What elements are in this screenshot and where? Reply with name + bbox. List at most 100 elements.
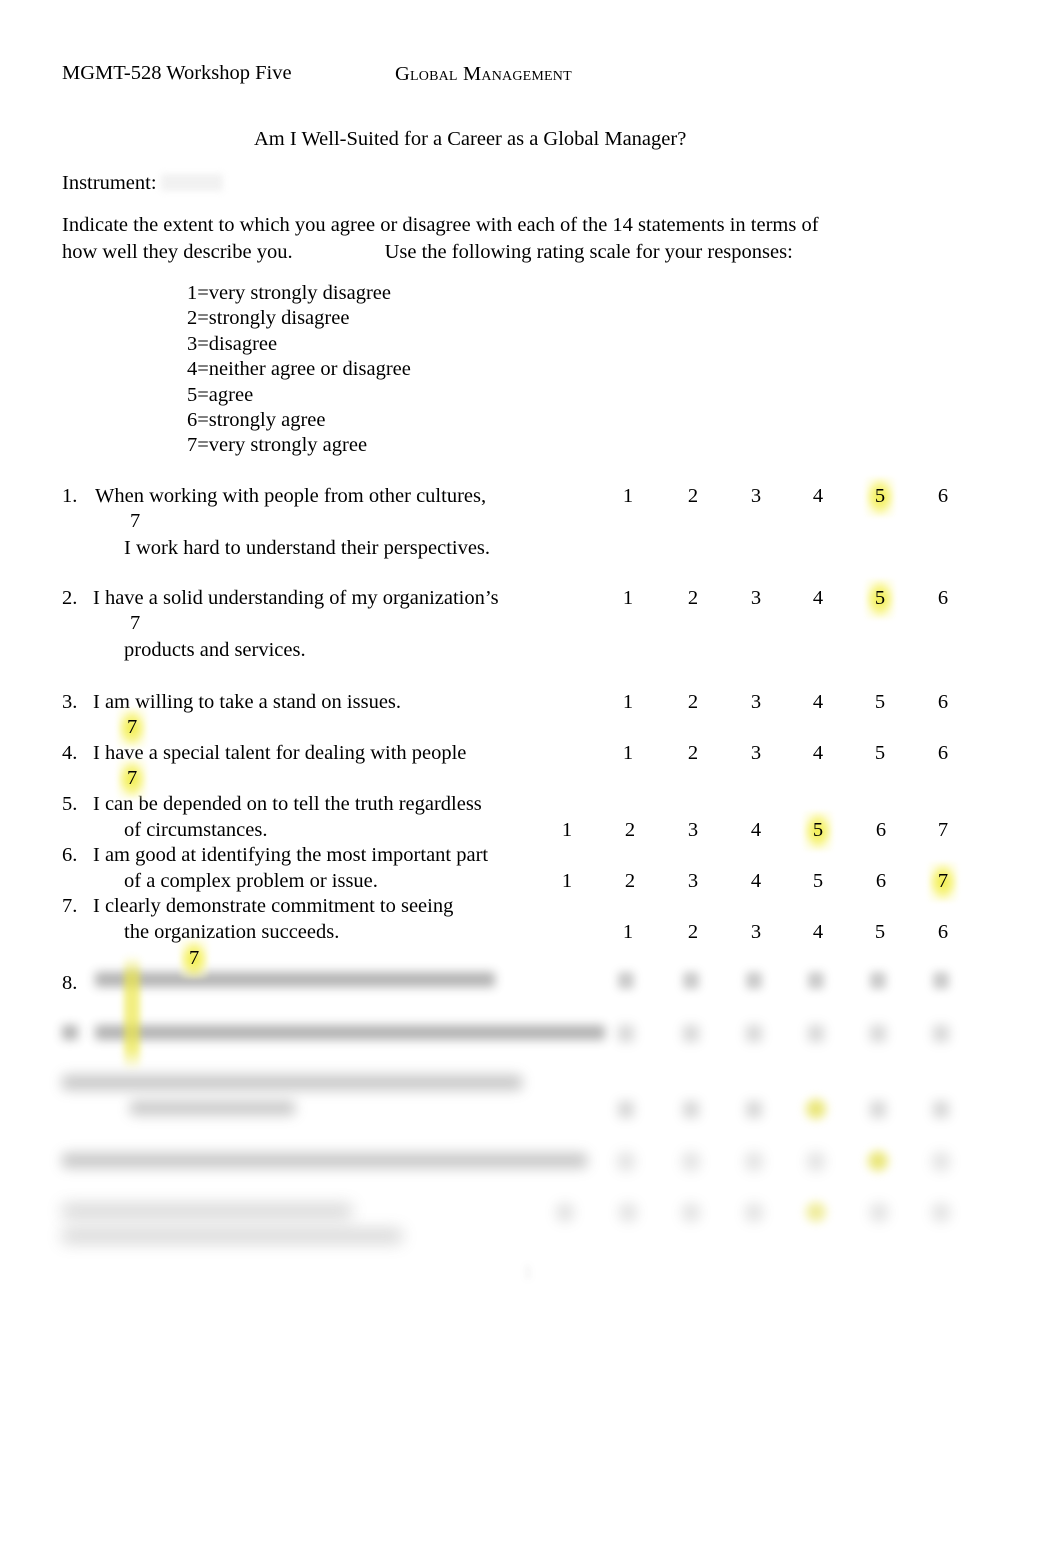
illegible-scale-option[interactable] bbox=[933, 1025, 949, 1042]
scale-option-3[interactable]: 3 bbox=[746, 690, 766, 716]
scale-option-5-selected[interactable]: 5 bbox=[870, 484, 890, 510]
illegible-scale-option[interactable] bbox=[933, 1204, 949, 1221]
scale-option-5-selected[interactable]: 5 bbox=[808, 818, 828, 844]
scale-option-3[interactable]: 3 bbox=[746, 741, 766, 767]
illegible-question-number bbox=[62, 1025, 78, 1040]
illegible-text-line bbox=[62, 1204, 352, 1218]
scale-option-4[interactable]: 4 bbox=[808, 741, 828, 767]
illegible-scale-option[interactable] bbox=[618, 1153, 634, 1170]
scale-option-1[interactable]: 1 bbox=[618, 741, 638, 767]
scale-option-6[interactable]: 6 bbox=[871, 818, 891, 844]
scale-option-3[interactable]: 3 bbox=[683, 869, 703, 895]
selected-rating[interactable]: 7 bbox=[186, 946, 202, 972]
scale-option-3[interactable]: 3 bbox=[683, 818, 703, 844]
illegible-scale-option[interactable] bbox=[808, 1025, 824, 1042]
scale-option-7[interactable]: 7 bbox=[933, 818, 953, 844]
scale-option-1[interactable]: 1 bbox=[618, 690, 638, 716]
illegible-scale-option[interactable] bbox=[618, 1025, 634, 1042]
scale-option-1[interactable]: 1 bbox=[618, 484, 638, 510]
illegible-scale-option[interactable] bbox=[683, 1101, 699, 1118]
selected-rating[interactable]: 5 bbox=[872, 484, 888, 510]
scale-option-4[interactable]: 4 bbox=[808, 690, 828, 716]
scale-option-6[interactable]: 6 bbox=[933, 484, 953, 510]
scale-option-5-selected[interactable]: 5 bbox=[870, 586, 890, 612]
illegible-scale-option[interactable] bbox=[933, 972, 949, 989]
illegible-scale-option[interactable] bbox=[618, 1101, 634, 1118]
scale-option-2[interactable]: 2 bbox=[683, 484, 703, 510]
illegible-scale-option[interactable] bbox=[808, 972, 824, 989]
illegible-selected-rating[interactable] bbox=[803, 1199, 829, 1225]
illegible-scale-option[interactable] bbox=[871, 1204, 887, 1221]
scale-option-5[interactable]: 5 bbox=[870, 920, 890, 946]
scale-option-1[interactable]: 1 bbox=[618, 920, 638, 946]
illegible-scale-option[interactable] bbox=[870, 1025, 886, 1042]
scale-option-5[interactable]: 5 bbox=[808, 869, 828, 895]
illegible-scale-option[interactable] bbox=[620, 1204, 636, 1221]
scale-overflow-seven-selected[interactable]: 7 bbox=[124, 766, 140, 792]
scale-option-4[interactable]: 4 bbox=[746, 869, 766, 895]
question-number: 8. bbox=[62, 972, 78, 994]
illegible-scale-option[interactable] bbox=[746, 1204, 762, 1221]
scale-option-2[interactable]: 2 bbox=[620, 818, 640, 844]
scale-option-2[interactable]: 2 bbox=[683, 690, 703, 716]
scale-option-1[interactable]: 1 bbox=[618, 586, 638, 612]
question-number: 4. bbox=[62, 742, 78, 764]
scale-option-6[interactable]: 6 bbox=[933, 586, 953, 612]
scale-option-3[interactable]: 3 bbox=[746, 484, 766, 510]
scale-option-6[interactable]: 6 bbox=[933, 690, 953, 716]
scale-option-6[interactable]: 6 bbox=[933, 741, 953, 767]
illegible-selected-rating[interactable] bbox=[803, 1096, 829, 1122]
selected-rating[interactable]: 7 bbox=[124, 766, 140, 792]
scale-overflow-seven[interactable]: 7 bbox=[130, 509, 140, 535]
scale-option-1[interactable]: 1 bbox=[557, 818, 577, 844]
scale-option-4[interactable]: 4 bbox=[808, 586, 828, 612]
selected-rating[interactable]: 5 bbox=[810, 818, 826, 844]
page-number: 1 bbox=[523, 1262, 533, 1283]
scale-overflow-seven-selected[interactable]: 7 bbox=[186, 946, 202, 972]
illegible-scale-option[interactable] bbox=[746, 1153, 762, 1170]
scale-option-7-selected[interactable]: 7 bbox=[933, 869, 953, 895]
scale-option-6[interactable]: 6 bbox=[933, 920, 953, 946]
selected-rating[interactable]: 7 bbox=[935, 869, 951, 895]
question-text-line-2: of circumstances. bbox=[124, 819, 268, 841]
illegible-scale-option[interactable] bbox=[933, 1153, 949, 1170]
scale-option-4[interactable]: 4 bbox=[746, 818, 766, 844]
scale-overflow-seven-selected[interactable]: 7 bbox=[124, 715, 140, 741]
illegible-scale-option[interactable] bbox=[808, 1153, 824, 1170]
scale-option-6[interactable]: 6 bbox=[871, 869, 891, 895]
question-number: 7. bbox=[62, 895, 78, 917]
scale-option-1[interactable]: 1 bbox=[557, 869, 577, 895]
illegible-scale-option[interactable] bbox=[683, 1153, 699, 1170]
illegible-scale-option[interactable] bbox=[746, 972, 762, 989]
scale-option-3[interactable]: 3 bbox=[746, 586, 766, 612]
illegible-scale-option[interactable] bbox=[618, 972, 634, 989]
scale-option-5[interactable]: 5 bbox=[870, 741, 890, 767]
question-number: 6. bbox=[62, 844, 78, 866]
scale-option-3[interactable]: 3 bbox=[746, 920, 766, 946]
illegible-selected-rating[interactable] bbox=[865, 1148, 891, 1174]
scale-option-2[interactable]: 2 bbox=[683, 920, 703, 946]
illegible-scale-option[interactable] bbox=[933, 1101, 949, 1118]
illegible-scale-option[interactable] bbox=[683, 1204, 699, 1221]
illegible-scale-option[interactable] bbox=[746, 1101, 762, 1118]
scale-overflow-seven[interactable]: 7 bbox=[130, 611, 140, 637]
scale-option-4[interactable]: 4 bbox=[808, 920, 828, 946]
illegible-scale-option[interactable] bbox=[683, 972, 699, 989]
scale-option-2[interactable]: 2 bbox=[620, 869, 640, 895]
scale-option-2[interactable]: 2 bbox=[683, 741, 703, 767]
question-text-line-2: the organization succeeds. bbox=[124, 921, 340, 943]
illegible-scale-option[interactable] bbox=[746, 1025, 762, 1042]
question-text-line-1: I have a solid understanding of my organ… bbox=[93, 587, 499, 609]
scale-option-5[interactable]: 5 bbox=[870, 690, 890, 716]
scale-option-4[interactable]: 4 bbox=[808, 484, 828, 510]
illegible-scale-option[interactable] bbox=[683, 1025, 699, 1042]
illegible-scale-option[interactable] bbox=[870, 972, 886, 989]
illegible-scale-option[interactable] bbox=[870, 1101, 886, 1118]
selected-rating[interactable]: 7 bbox=[124, 715, 140, 741]
scale-option-2[interactable]: 2 bbox=[683, 586, 703, 612]
question-text-line-1: I am good at identifying the most import… bbox=[93, 844, 489, 866]
selected-rating[interactable]: 5 bbox=[872, 586, 888, 612]
instructions-line-2b: Use the following rating scale for your … bbox=[384, 241, 793, 263]
rating-scale-item-2: 2=strongly disagree bbox=[187, 307, 350, 330]
illegible-scale-option[interactable] bbox=[557, 1204, 573, 1221]
